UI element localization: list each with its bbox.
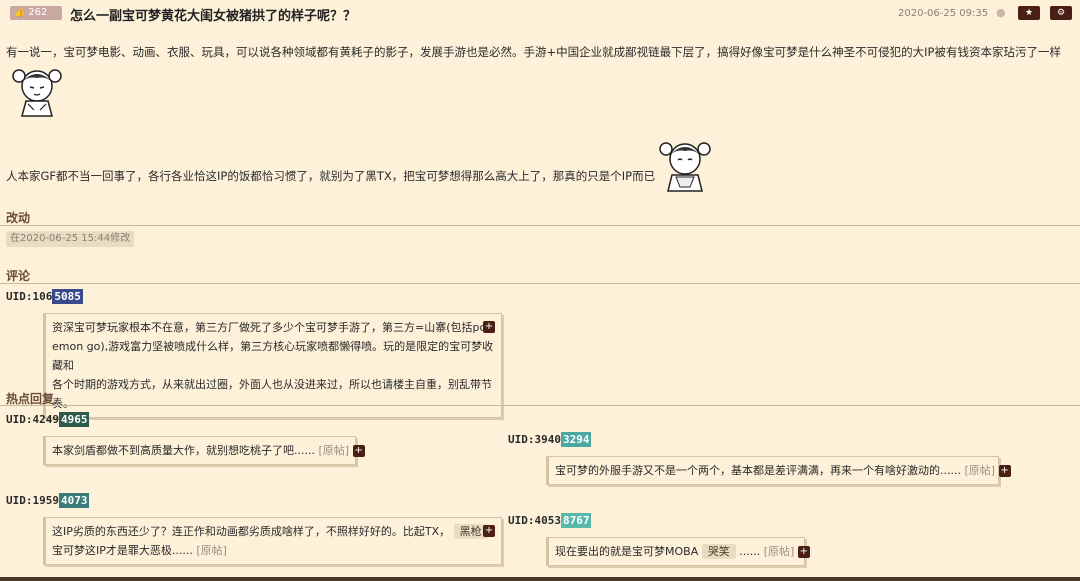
- reply-text: 这IP劣质的东西还少了？连正作和动画都劣质成啥样了，不照样好好的。比起TX，: [52, 525, 451, 538]
- comment-bubble: 资深宝可梦玩家根本不在意，第三方厂做死了多少个宝可梦手游了，第三方=山寨(包括p…: [43, 313, 502, 418]
- chibi-sticker-image: [659, 142, 711, 192]
- bottom-border: [0, 577, 1080, 581]
- uid-highlight: 4965: [58, 412, 90, 427]
- expand-button[interactable]: +: [797, 546, 810, 558]
- uid-prefix: UID:1959: [6, 494, 59, 507]
- reply-text: 本家剑盾都做不到高质量大作，就别想吃桃子了吧......: [52, 444, 315, 457]
- source-link[interactable]: [原帖]: [964, 464, 995, 477]
- reply-uid[interactable]: UID:4249 4965: [6, 412, 90, 427]
- divider: [0, 225, 1080, 226]
- emoji-tag: 哭笑: [701, 544, 736, 559]
- reply-text: 宝可梦这IP才是罪大恶极......: [52, 544, 193, 557]
- comments-section-title: 评论: [6, 269, 31, 283]
- uid-highlight: 3294: [560, 432, 592, 447]
- uid-highlight: 8767: [560, 513, 592, 528]
- settings-button[interactable]: ⚙: [1050, 6, 1072, 20]
- chibi-sticker-image: [12, 69, 62, 117]
- uid-prefix: UID:4249: [6, 413, 59, 426]
- reply-uid[interactable]: UID:4053 8767: [508, 513, 592, 528]
- uid-prefix: UID:106: [6, 290, 53, 303]
- comment-line-2: emon go),游戏富力坚被喷成什么样，第三方核心玩家喷都懒得喷。玩的是限定的…: [52, 340, 494, 372]
- uid-prefix: UID:3940: [508, 433, 561, 446]
- post-paragraph-2: 人本家GF都不当一回事了，各行各业恰这IP的饭都恰习惯了，就别为了黑TX，把宝可…: [6, 169, 656, 183]
- expand-button[interactable]: +: [483, 525, 495, 537]
- comment-uid[interactable]: UID:106 5085: [6, 289, 83, 304]
- thumbs-up-icon: 👍: [14, 8, 26, 18]
- reply-text: 宝可梦的外服手游又不是一个两个，基本都是差评满满，再来一个有啥好激动的.....…: [555, 464, 961, 477]
- reply-bubble: 宝可梦的外服手游又不是一个两个，基本都是差评满满，再来一个有啥好激动的.....…: [546, 456, 1011, 485]
- reply-bubble: 这IP劣质的东西还少了？连正作和动画都劣质成啥样了，不照样好好的。比起TX， 黑…: [43, 517, 502, 565]
- comment-line-3: 各个时期的游戏方式，从来就出过圈，外面人也从没进来过，所以也请楼主自重，别乱带节…: [52, 378, 492, 410]
- uid-highlight: 4073: [58, 493, 90, 508]
- reply-bubble: 现在要出的就是宝可梦MOBA 哭笑 ...... [原帖] +: [546, 537, 810, 566]
- source-link[interactable]: [原帖]: [196, 544, 227, 557]
- expand-button[interactable]: +: [998, 465, 1011, 477]
- reply-text: 现在要出的就是宝可梦MOBA: [555, 545, 699, 558]
- reply-bubble: 本家剑盾都做不到高质量大作，就别想吃桃子了吧...... [原帖] +: [43, 436, 365, 465]
- edit-note: 在2020-06-25 15:44修改: [6, 231, 135, 247]
- expand-button[interactable]: +: [483, 321, 495, 333]
- uid-highlight: 5085: [52, 289, 83, 304]
- like-count: 262: [28, 7, 48, 18]
- divider: [0, 405, 1080, 406]
- reply-uid[interactable]: UID:3940 3294: [508, 432, 592, 447]
- uid-prefix: UID:4053: [508, 514, 561, 527]
- edit-section-title: 改动: [6, 211, 31, 225]
- post-date: 2020-06-25 09:35: [898, 8, 989, 19]
- divider: [0, 283, 1080, 284]
- reply-text: ......: [739, 545, 761, 558]
- post-title: 怎么一副宝可梦黄花大闺女被猪拱了的样子呢？？: [70, 9, 357, 24]
- expand-button[interactable]: +: [352, 445, 365, 457]
- source-link[interactable]: [原帖]: [764, 545, 795, 558]
- favorite-button[interactable]: ★: [1018, 6, 1040, 20]
- comment-line-1: 资深宝可梦玩家根本不在意，第三方厂做死了多少个宝可梦手游了，第三方=山寨(包括p…: [52, 321, 493, 334]
- like-count-badge[interactable]: 👍 262: [10, 6, 62, 20]
- apple-icon[interactable]: ●: [996, 7, 1006, 19]
- source-link[interactable]: [原帖]: [318, 444, 349, 457]
- reply-uid[interactable]: UID:1959 4073: [6, 493, 90, 508]
- post-paragraph-1: 有一说一，宝可梦电影、动画、衣服、玩具，可以说各种领域都有黄耗子的影子，发展手游…: [6, 45, 1061, 59]
